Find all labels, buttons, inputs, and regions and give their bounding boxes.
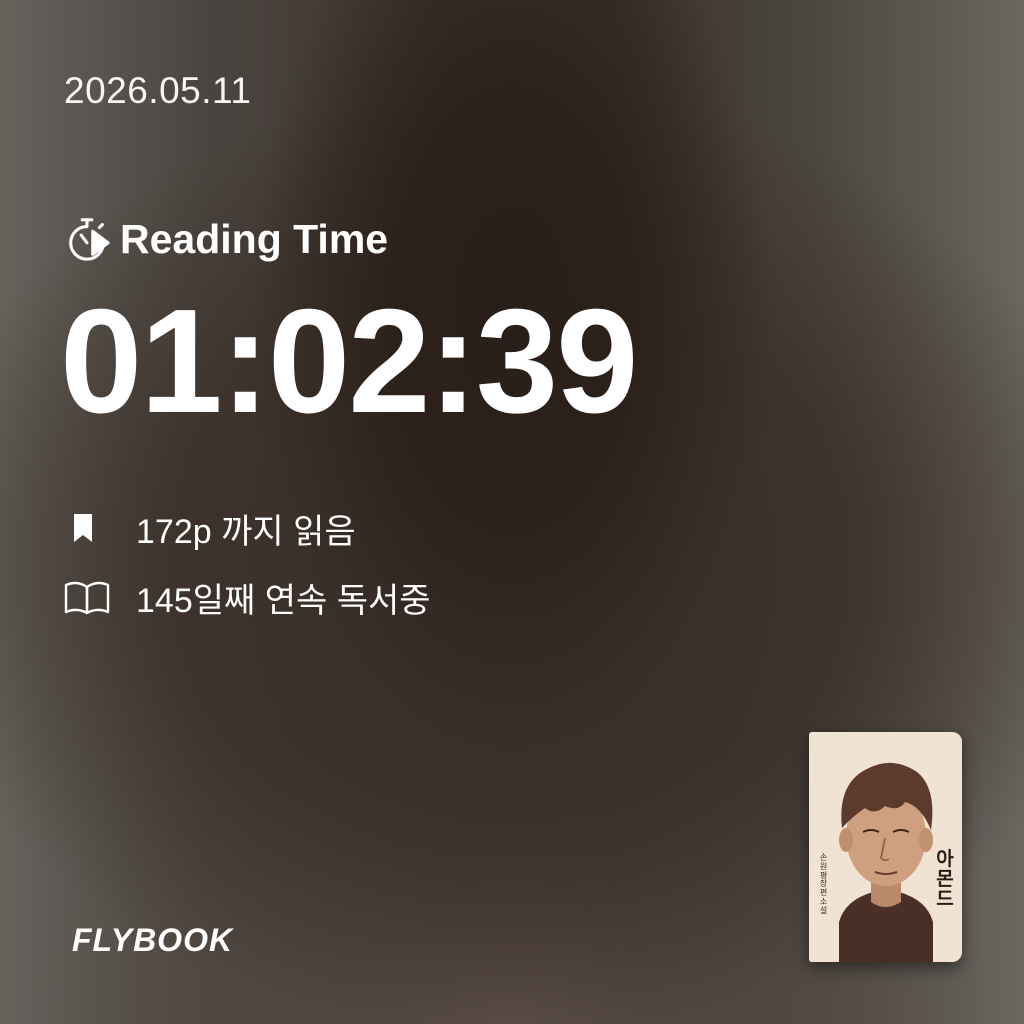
book-cover-illustration	[809, 732, 962, 962]
pages-read-text: 172p 까지 읽음	[136, 512, 356, 551]
book-cover[interactable]: 아몬드 손원평 장편소설	[809, 732, 962, 962]
reading-time-header: Reading Time	[64, 214, 388, 264]
stopwatch-play-icon	[69, 218, 110, 261]
book-author: 손원평 장편소설	[819, 853, 828, 915]
flybook-logo: FLYBOOK	[72, 922, 234, 958]
reading-streak-stat: 145일째 연속 독서중	[64, 575, 431, 620]
reading-streak-text: 145일째 연속 독서중	[136, 581, 431, 620]
reading-time-label: Reading Time	[120, 215, 389, 262]
reading-timer: 01:02:39	[60, 279, 638, 444]
open-book-icon	[64, 577, 110, 617]
bookmark-icon	[64, 508, 110, 548]
pages-read-stat: 172p 까지 읽음	[64, 506, 356, 551]
book-title: 아몬드	[936, 848, 954, 910]
date-label: 2026.05.11	[64, 70, 252, 111]
